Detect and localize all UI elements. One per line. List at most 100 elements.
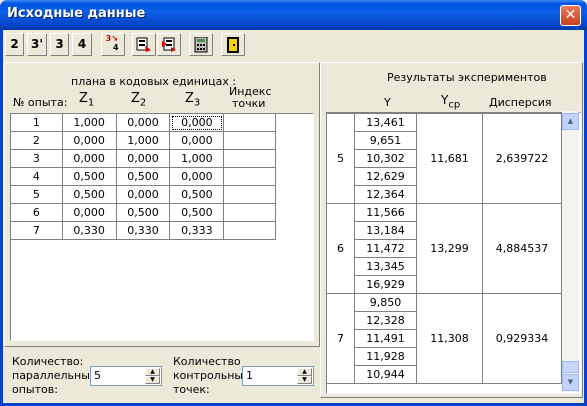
z1-cell[interactable]: 0,000 xyxy=(61,149,117,168)
y-value-cell[interactable]: 13,461 xyxy=(354,113,417,132)
y-value-cell[interactable]: 11,472 xyxy=(354,239,417,258)
parallel-label-1: Количество: xyxy=(12,355,84,368)
y-mean-cell: 11,308 xyxy=(416,293,483,384)
control-up-button[interactable]: ▲ xyxy=(297,368,312,376)
paste-data-icon xyxy=(162,37,176,52)
control-points-value: 1 xyxy=(246,369,253,382)
plan-row: 6 0,000 0,500 0,500 xyxy=(10,203,276,222)
point-index-cell[interactable] xyxy=(223,185,276,204)
experiment-number-cell: 7 xyxy=(10,221,63,240)
z2-cell[interactable]: 0,330 xyxy=(115,221,171,240)
point-index-header-2: точки xyxy=(232,97,266,110)
swap-button[interactable]: 3↘ 4 xyxy=(101,33,125,56)
y-header: Y xyxy=(384,96,391,109)
paste-data-button[interactable] xyxy=(157,33,181,56)
result-experiment-number: 5 xyxy=(326,113,355,204)
experiment-number-cell: 4 xyxy=(10,167,63,186)
results-header: Результаты экспериментов xyxy=(387,71,547,84)
exit-door-icon xyxy=(227,37,239,53)
parallel-up-button[interactable]: ▲ xyxy=(145,368,160,376)
z3-cell[interactable]: 0,000 xyxy=(169,167,225,186)
z2-header: Z2 xyxy=(131,91,147,109)
dispersion-cell: 4,884537 xyxy=(482,203,562,294)
exit-button[interactable] xyxy=(221,33,245,56)
copy-data-icon xyxy=(136,37,151,52)
result-row: 6 11,566 13,299 4,884537 xyxy=(326,203,562,294)
y-value-cell[interactable]: 11,491 xyxy=(354,329,417,348)
result-row: 7 9,850 11,308 0,929334 xyxy=(326,293,562,384)
y-value-cell[interactable]: 11,566 xyxy=(354,203,417,222)
z2-cell[interactable]: 1,000 xyxy=(115,131,171,150)
dispersion-cell: 0,929334 xyxy=(482,293,562,384)
parallel-down-button[interactable]: ▼ xyxy=(145,376,160,384)
point-index-cell[interactable] xyxy=(223,113,276,132)
result-row: 5 13,461 11,681 2,639722 xyxy=(326,113,562,204)
experiment-number-cell: 2 xyxy=(10,131,63,150)
y-value-cell[interactable]: 9,651 xyxy=(354,131,417,150)
close-button[interactable]: ✕ xyxy=(560,5,581,26)
result-experiment-number: 7 xyxy=(326,293,355,384)
design-3-button[interactable]: 3 xyxy=(50,33,69,56)
title-bar: Исходные данные ✕ xyxy=(0,0,587,30)
experiment-number-header: № опыта: xyxy=(13,96,68,109)
y-value-cell[interactable]: 12,629 xyxy=(354,167,417,186)
z1-cell[interactable]: 0,330 xyxy=(61,221,117,240)
z3-cell[interactable]: 0,000 xyxy=(169,113,225,132)
z3-header: Z3 xyxy=(185,91,201,109)
z2-cell[interactable]: 0,500 xyxy=(115,203,171,222)
design-3prime-button[interactable]: 3' xyxy=(27,33,47,56)
z2-cell[interactable]: 0,000 xyxy=(115,185,171,204)
point-index-cell[interactable] xyxy=(223,203,276,222)
z2-cell[interactable]: 0,000 xyxy=(115,149,171,168)
z1-header: Z1 xyxy=(79,91,95,109)
parallel-experiments-value: 5 xyxy=(94,369,101,382)
z2-cell[interactable]: 0,000 xyxy=(115,113,171,132)
experiment-number-cell: 1 xyxy=(10,113,63,132)
point-index-cell[interactable] xyxy=(223,149,276,168)
parallel-experiments-spinner[interactable]: 5 ▲ ▼ xyxy=(90,366,162,386)
y-value-cell[interactable]: 12,364 xyxy=(354,185,417,204)
scroll-down-button[interactable]: ▼ xyxy=(562,374,579,391)
scroll-thumb[interactable] xyxy=(562,361,579,373)
z1-cell[interactable]: 0,500 xyxy=(61,167,117,186)
y-value-cell[interactable]: 13,184 xyxy=(354,221,417,240)
y-value-cell[interactable]: 9,850 xyxy=(354,293,417,312)
z3-cell[interactable]: 1,000 xyxy=(169,149,225,168)
plan-row: 3 0,000 0,000 1,000 xyxy=(10,149,276,168)
results-scrollbar[interactable]: ▲ ▼ xyxy=(562,111,579,392)
window-title: Исходные данные xyxy=(7,6,146,21)
plan-row: 4 0,500 0,500 0,000 xyxy=(10,167,276,186)
point-index-cell[interactable] xyxy=(223,221,276,240)
z1-cell[interactable]: 1,000 xyxy=(61,113,117,132)
point-index-cell[interactable] xyxy=(223,167,276,186)
control-down-button[interactable]: ▼ xyxy=(297,376,312,384)
scroll-up-button[interactable]: ▲ xyxy=(562,113,579,130)
experiment-number-cell: 3 xyxy=(10,149,63,168)
result-experiment-number: 6 xyxy=(326,203,355,294)
y-value-cell[interactable]: 11,928 xyxy=(354,347,417,366)
z3-cell[interactable]: 0,500 xyxy=(169,203,225,222)
point-index-cell[interactable] xyxy=(223,131,276,150)
z1-cell[interactable]: 0,000 xyxy=(61,131,117,150)
z3-cell[interactable]: 0,333 xyxy=(169,221,225,240)
calculator-icon xyxy=(194,36,208,53)
z3-cell[interactable]: 0,000 xyxy=(169,131,225,150)
design-4-button[interactable]: 4 xyxy=(72,33,92,56)
design-2-button[interactable]: 2 xyxy=(5,33,24,56)
z1-cell[interactable]: 0,500 xyxy=(61,185,117,204)
control-points-spinner[interactable]: 1 ▲ ▼ xyxy=(242,366,314,386)
parallel-label-3: опытов: xyxy=(12,383,58,396)
y-value-cell[interactable]: 13,345 xyxy=(354,257,417,276)
calculator-button[interactable] xyxy=(189,33,213,56)
z3-cell[interactable]: 0,500 xyxy=(169,185,225,204)
z1-cell[interactable]: 0,000 xyxy=(61,203,117,222)
copy-data-button[interactable] xyxy=(132,33,156,56)
y-value-cell[interactable]: 12,328 xyxy=(354,311,417,330)
y-value-cell[interactable]: 10,302 xyxy=(354,149,417,168)
y-value-cell[interactable]: 10,944 xyxy=(354,365,417,384)
plan-row: 1 1,000 0,000 0,000 xyxy=(10,113,276,132)
dispersion-header: Дисперсия xyxy=(489,96,552,109)
z2-cell[interactable]: 0,500 xyxy=(115,167,171,186)
y-mean-cell: 13,299 xyxy=(416,203,483,294)
y-value-cell[interactable]: 16,929 xyxy=(354,275,417,294)
